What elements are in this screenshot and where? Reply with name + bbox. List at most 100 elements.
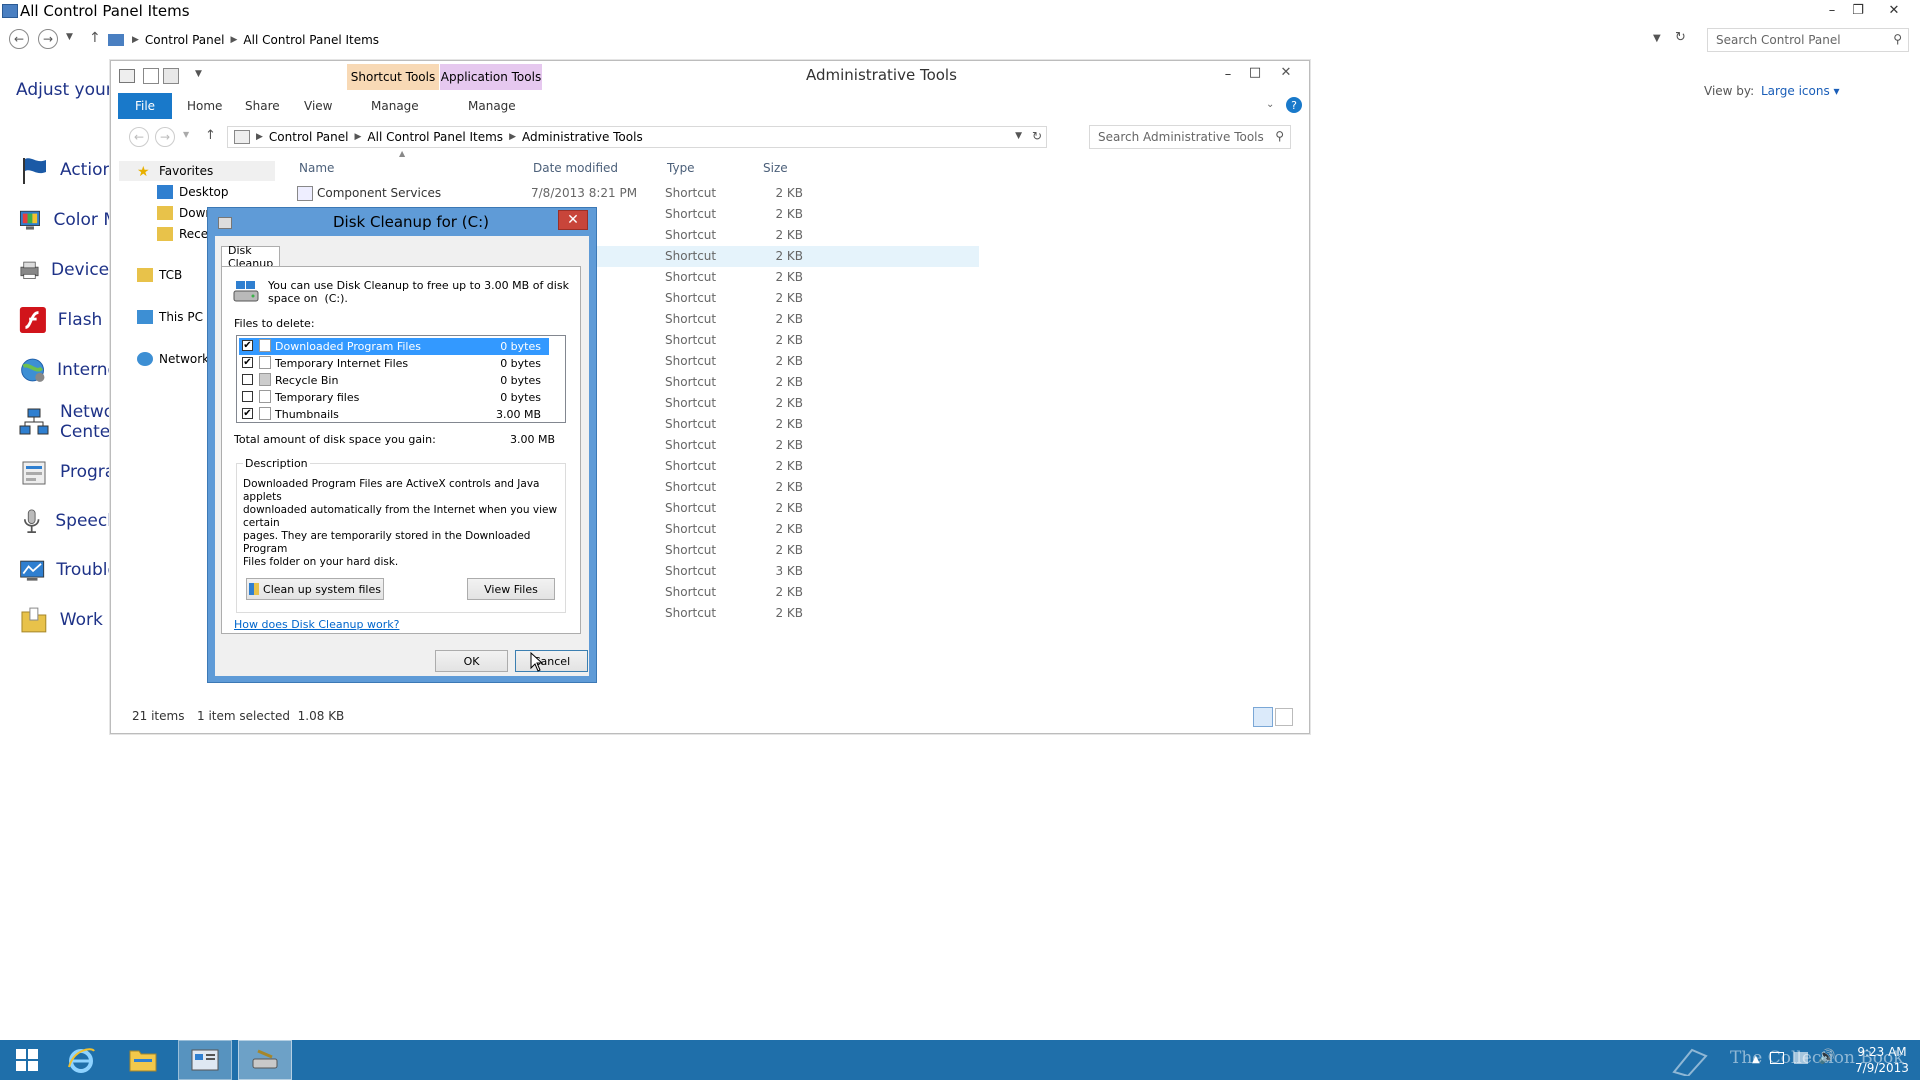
clean-up-system-files-button[interactable]: Clean up system files [246, 578, 384, 600]
breadcrumb-control-panel[interactable]: Control Panel [145, 33, 225, 47]
back-button[interactable]: ← [129, 127, 149, 147]
volume-icon[interactable]: 🔊 [1818, 1049, 1835, 1065]
column-header-name[interactable]: Name [299, 155, 334, 181]
taskbar-control-panel[interactable] [178, 1040, 232, 1080]
tab-application-tools[interactable]: Application Tools [440, 64, 542, 90]
action-center-flag-icon[interactable] [1770, 1052, 1784, 1064]
tab-view[interactable]: View [304, 93, 332, 119]
clock-time[interactable]: 9:23 AM [1852, 1045, 1912, 1059]
view-files-button[interactable]: View Files [467, 578, 555, 600]
cp-item-color-management[interactable]: Color M [18, 202, 118, 238]
nav-item-this-pc[interactable]: This PC [137, 307, 203, 327]
cp-item-flash-player[interactable]: Flash P [18, 302, 118, 338]
tab-home[interactable]: Home [187, 93, 222, 119]
taskbar-internet-explorer[interactable] [54, 1040, 108, 1080]
network-status-icon[interactable] [1794, 1052, 1808, 1064]
cp-item-action-center[interactable]: Action [18, 152, 118, 188]
control-panel-small-icon [108, 34, 124, 46]
tab-share[interactable]: Share [245, 93, 280, 119]
large-icons-view-icon[interactable] [1275, 708, 1293, 726]
column-header-type[interactable]: Type [667, 155, 695, 181]
tab-manage-application[interactable]: Manage [468, 93, 516, 119]
dialog-close-button[interactable]: ✕ [558, 210, 588, 230]
ok-button[interactable]: OK [435, 650, 508, 672]
column-header-date[interactable]: Date modified [533, 155, 618, 181]
cp-item-troubleshooting[interactable]: Trouble [18, 552, 118, 588]
nav-item-favorites[interactable]: ★ Favorites [137, 161, 213, 181]
show-hidden-icons-icon[interactable]: ▲ [1752, 1054, 1760, 1065]
address-dropdown-icon[interactable]: ▼ [1015, 131, 1022, 141]
close-button[interactable]: ✕ [1881, 0, 1907, 20]
file-category-name: Temporary Internet Files [275, 357, 409, 370]
cp-item-speech[interactable]: Speech [18, 503, 118, 539]
nav-item-network[interactable]: Network [137, 349, 209, 369]
file-category-row[interactable]: Recycle Bin 0 bytes [239, 372, 549, 389]
files-to-delete-list[interactable]: ✔ Downloaded Program Files 0 bytes ✔ Tempora… [236, 335, 566, 423]
cancel-button[interactable]: Cancel [515, 650, 588, 672]
column-header-size[interactable]: Size [763, 155, 788, 181]
close-button[interactable]: ✕ [1269, 62, 1303, 82]
cp-item-programs[interactable]: Progra [18, 454, 118, 490]
file-category-checkbox[interactable]: ✔ [242, 340, 253, 351]
up-button[interactable]: ↑ [89, 30, 101, 46]
row-type: Shortcut [665, 543, 717, 557]
expand-ribbon-chevron-icon[interactable]: ⌄ [1266, 99, 1274, 110]
breadcrumb-control-panel[interactable]: Control Panel [269, 130, 349, 144]
address-dropdown-icon[interactable]: ▼ [1653, 33, 1661, 44]
maximize-button[interactable]: □ [1242, 62, 1268, 82]
properties-icon[interactable] [143, 68, 159, 84]
minimize-button[interactable]: – [1215, 64, 1241, 84]
help-icon[interactable]: ? [1286, 97, 1302, 113]
breadcrumb-administrative-tools[interactable]: Administrative Tools [522, 130, 643, 144]
explorer-titlebar: ▼ Shortcut Tools Application Tools Admin… [111, 61, 1309, 97]
file-category-checkbox[interactable]: ✔ [242, 357, 253, 368]
file-category-row[interactable]: ✔ Thumbnails 3.00 MB [239, 406, 549, 423]
start-button[interactable] [0, 1040, 54, 1080]
file-category-checkbox[interactable] [242, 391, 253, 402]
search-input[interactable]: Search Administrative Tools ⚲ [1089, 125, 1291, 149]
recent-locations-chevron-icon[interactable]: ▼ [66, 32, 73, 42]
back-button[interactable]: ← [9, 29, 29, 49]
search-placeholder: Search Administrative Tools [1098, 130, 1264, 144]
breadcrumb-all-items[interactable]: All Control Panel Items [243, 33, 379, 47]
quick-access-dropdown-icon[interactable]: ▼ [195, 69, 202, 79]
uac-shield-icon [249, 583, 260, 595]
tab-manage-shortcut[interactable]: Manage [371, 93, 419, 119]
refresh-icon[interactable]: ↻ [1675, 30, 1686, 45]
recent-locations-chevron-icon[interactable]: ▼ [183, 130, 189, 139]
file-category-row[interactable]: ✔ Temporary Internet Files 0 bytes [239, 355, 549, 372]
downloads-folder-icon [157, 206, 173, 220]
help-link[interactable]: How does Disk Cleanup work? [234, 618, 399, 631]
forward-button[interactable]: → [38, 29, 58, 49]
file-category-row[interactable]: Temporary files 0 bytes [239, 389, 549, 406]
file-category-checkbox[interactable] [242, 374, 253, 385]
address-bar[interactable]: ▶ Control Panel ▶ All Control Panel Item… [108, 29, 1668, 51]
tab-shortcut-tools[interactable]: Shortcut Tools [347, 64, 439, 90]
minimize-button[interactable]: – [1819, 0, 1845, 20]
nav-item-tcb[interactable]: TCB [137, 265, 182, 285]
restore-button[interactable]: ❐ [1845, 0, 1871, 20]
up-button[interactable]: ↑ [205, 128, 216, 143]
cp-item-devices[interactable]: Devices [18, 252, 118, 288]
search-input[interactable]: Search Control Panel ⚲ [1707, 28, 1909, 52]
view-by-dropdown[interactable]: Large icons ▾ [1761, 84, 1840, 98]
clock-date[interactable]: 7/9/2013 [1852, 1061, 1912, 1075]
nav-item-desktop[interactable]: Desktop [157, 182, 229, 202]
breadcrumb-all-items[interactable]: All Control Panel Items [367, 130, 503, 144]
cp-item-internet-options[interactable]: Interne [18, 352, 118, 388]
address-bar[interactable]: ▶ Control Panel ▶ All Control Panel Item… [227, 126, 1047, 148]
table-row[interactable]: Component Services 7/8/2013 8:21 PM Shortc… [289, 183, 979, 204]
tab-file[interactable]: File [118, 93, 172, 119]
cp-item-network-center[interactable]: Netwo Center [18, 402, 118, 444]
cp-item-work-folders[interactable]: Work F [18, 602, 118, 638]
refresh-icon[interactable]: ↻ [1032, 129, 1042, 143]
forward-button[interactable]: → [155, 127, 175, 147]
tab-disk-cleanup[interactable]: Disk Cleanup [221, 244, 281, 270]
taskbar-disk-cleanup[interactable] [238, 1040, 292, 1080]
file-category-checkbox[interactable]: ✔ [242, 408, 253, 419]
taskbar-file-explorer[interactable] [116, 1040, 170, 1080]
row-size: 2 KB [775, 522, 803, 536]
details-view-icon[interactable] [1253, 707, 1273, 727]
new-folder-icon[interactable] [163, 68, 179, 84]
file-category-row[interactable]: ✔ Downloaded Program Files 0 bytes [239, 338, 549, 355]
